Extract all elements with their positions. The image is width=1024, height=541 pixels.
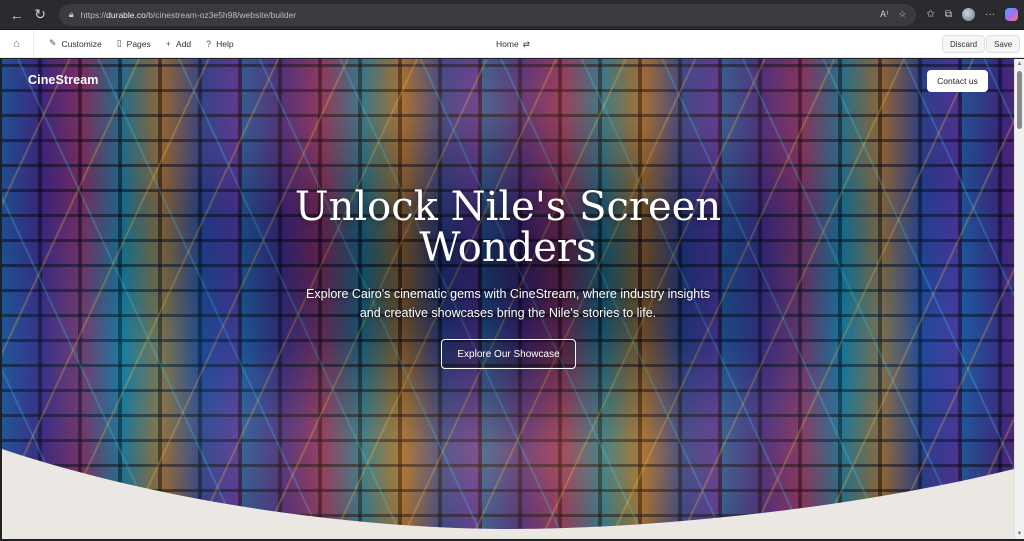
reload-icon[interactable]: ↻ <box>29 4 50 26</box>
lock-icon: 🔒︎ <box>68 9 74 19</box>
favorites-icon[interactable]: ✩ <box>926 9 934 20</box>
discard-button[interactable]: Discard <box>942 35 986 53</box>
brush-icon: ✎ <box>49 38 57 48</box>
url-protocol: https:// <box>80 9 107 20</box>
favorite-star-icon[interactable]: ☆ <box>898 9 906 20</box>
scroll-thumb[interactable] <box>1017 71 1022 129</box>
copilot-icon[interactable] <box>1004 8 1018 21</box>
help-button[interactable]: ? Help <box>206 39 234 49</box>
site-brand[interactable]: CineStream <box>28 73 98 87</box>
hero-subtitle: Explore Cairo's cinematic gems with Cine… <box>306 287 710 320</box>
url-path: /b/cinestream-oz3e5h98/website/builder <box>145 9 297 20</box>
page-scrollbar[interactable]: ▲ ▼ <box>1014 59 1024 539</box>
save-button[interactable]: Save <box>986 35 1021 53</box>
add-label: Add <box>176 38 192 49</box>
back-icon[interactable]: ← <box>6 4 27 26</box>
page-icon: ▯ <box>116 38 122 48</box>
read-aloud-icon[interactable]: A⁾ <box>880 9 888 20</box>
contact-button[interactable]: Contact us <box>927 70 988 92</box>
more-menu-icon[interactable]: ··· <box>985 9 995 20</box>
home-icon[interactable]: ⌂ <box>0 29 34 58</box>
scroll-up-icon[interactable]: ▲ <box>1015 61 1024 67</box>
explore-showcase-button[interactable]: Explore Our Showcase <box>441 339 576 369</box>
current-page-label: Home <box>496 39 519 49</box>
question-icon: ? <box>206 38 212 49</box>
help-label: Help <box>216 38 234 49</box>
collections-icon[interactable]: ⧉ <box>945 9 952 20</box>
pages-label: Pages <box>126 38 151 49</box>
address-bar[interactable]: 🔒︎ https:// durable.co /b/cinestream-oz3… <box>58 3 917 26</box>
customize-label: Customize <box>61 38 102 49</box>
hero-bottom-wave <box>2 449 1014 539</box>
profile-avatar[interactable] <box>961 8 975 21</box>
page-switcher[interactable]: Home ⇄ <box>496 30 530 58</box>
pages-button[interactable]: ▯ Pages <box>117 38 151 49</box>
hero-title: Unlock Nile's Screen Wonders <box>2 187 1014 269</box>
scroll-down-icon[interactable]: ▼ <box>1015 531 1024 537</box>
customize-button[interactable]: ✎ Customize <box>49 38 102 49</box>
builder-toolbar: ⌂ ✎ Customize ▯ Pages + Add ? Help Home … <box>0 29 1024 58</box>
browser-toolbar: ← ↻ 🔒︎ https:// durable.co /b/cinestream… <box>0 0 1024 30</box>
plus-icon: + <box>165 38 172 49</box>
hero-title-line2: Wonders <box>419 225 597 271</box>
url-host: durable.co <box>106 9 146 20</box>
switch-icon: ⇄ <box>522 38 530 49</box>
add-button[interactable]: + Add <box>166 39 191 49</box>
hero-title-line1: Unlock Nile's Screen <box>294 184 722 230</box>
website-preview: CineStream Contact us Unlock Nile's Scre… <box>2 59 1014 539</box>
